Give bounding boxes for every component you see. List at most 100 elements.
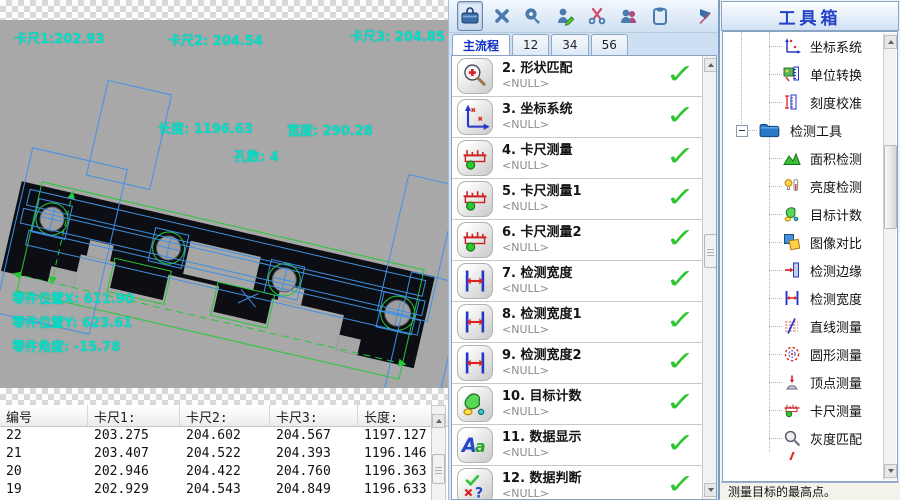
tree-folder-detect-tools[interactable]: 检测工具 — [723, 116, 897, 144]
scroll-down-icon[interactable] — [704, 483, 717, 497]
overlay-caliper2-value: 卡尺2: 204.54 — [168, 30, 263, 49]
tree-item-label: 刻度校准 — [810, 93, 862, 112]
tree-item-label: 图像对比 — [810, 233, 862, 252]
tree-item-scale-calibrate[interactable]: 刻度校准 — [723, 88, 897, 116]
table-row[interactable]: 20 202.946 204.422 204.760 1196.363 — [0, 463, 448, 481]
table-row[interactable]: 22 203.275 204.602 204.567 1197.127 — [0, 427, 448, 445]
column-header[interactable]: 卡尺3: — [270, 405, 358, 426]
users-button[interactable] — [616, 1, 642, 31]
overlay-part-pos-x: 零件位置X: 611.90 — [12, 288, 134, 307]
step-item-caliper2[interactable]: 6. 卡尺测量2<NULL> ✓ — [452, 220, 716, 261]
edit-user-button[interactable] — [552, 1, 578, 31]
coordinate-system-icon — [457, 99, 493, 135]
collapse-expander-icon[interactable] — [736, 125, 748, 137]
step-item-coordinate-system[interactable]: 3. 坐标系统<NULL> ✓ — [452, 97, 716, 138]
cell: 21 — [0, 445, 88, 463]
toolbox-panel: 工具箱 坐标系统 单位转换 刻度校准 — [718, 0, 900, 500]
tree-stub — [769, 438, 782, 439]
tree-item-brightness-detect[interactable]: 亮度检测 — [723, 172, 897, 200]
column-header[interactable]: 长度: — [358, 405, 432, 426]
tree-item-line-measure[interactable]: 直线测量 — [723, 312, 897, 340]
column-header[interactable]: 卡尺1: — [88, 405, 180, 426]
step-title: 12. 数据判断 — [502, 472, 582, 486]
table-row[interactable]: 19 202.929 204.543 204.849 1196.633 — [0, 481, 448, 499]
tree-item-clipped[interactable] — [723, 452, 897, 460]
overlay-part-angle: 零件角度: -15.78 — [12, 336, 120, 355]
column-header[interactable]: 卡尺2: — [180, 405, 270, 426]
cell: 204.422 — [180, 463, 270, 481]
column-header[interactable]: 编号 — [0, 405, 88, 426]
clipboard-button[interactable] — [648, 1, 674, 31]
image-viewport[interactable]: 卡尺1:202.93 卡尺2: 204.54 卡尺3: 204.85 长度: 1… — [0, 20, 448, 388]
tab-12[interactable]: 12 — [512, 34, 549, 55]
step-item-width-detect1[interactable]: 8. 检测宽度1<NULL> ✓ — [452, 302, 716, 343]
tag-button[interactable] — [521, 1, 547, 31]
tab-main-flow[interactable]: 主流程 — [452, 34, 510, 55]
scrollbar-thumb[interactable] — [432, 454, 445, 484]
step-item-width-detect[interactable]: 7. 检测宽度<NULL> ✓ — [452, 261, 716, 302]
tree-item-label: 亮度检测 — [810, 177, 862, 196]
tab-34[interactable]: 34 — [551, 34, 588, 55]
clipboard-icon — [650, 6, 670, 26]
tree-stub — [769, 382, 782, 383]
tree-stub — [747, 130, 757, 131]
tree-item-label: 目标计数 — [810, 205, 862, 224]
briefcase-button[interactable] — [457, 1, 483, 31]
success-check-icon: ✓ — [666, 469, 695, 500]
edit-user-icon — [555, 6, 575, 26]
step-item-width-detect2[interactable]: 9. 检测宽度2<NULL> ✓ — [452, 343, 716, 384]
tree-item-circle-measure[interactable]: 圆形测量 — [723, 340, 897, 368]
overlay-part-pos-y: 零件位置Y: 623.61 — [12, 312, 132, 331]
area-detect-icon — [783, 149, 801, 167]
shape-match-icon — [457, 58, 493, 94]
step-item-data-judge[interactable]: ? 12. 数据判断<NULL> ✓ — [452, 466, 716, 500]
tree-item-width-detect[interactable]: 检测宽度 — [723, 284, 897, 312]
tree-item-gray-match[interactable]: 灰度匹配 — [723, 424, 897, 452]
flag-button[interactable] — [693, 1, 719, 31]
caliper-icon — [457, 181, 493, 217]
step-item-caliper1[interactable]: 5. 卡尺测量1<NULL> ✓ — [452, 179, 716, 220]
scrollbar-thumb[interactable] — [704, 234, 717, 268]
transparency-checker-bottom — [0, 388, 448, 405]
status-bar: 测量目标的最高点。 — [721, 482, 899, 500]
cell: 1196.146 — [358, 445, 432, 463]
success-check-icon: ✓ — [666, 100, 695, 131]
tree-item-image-compare[interactable]: 图像对比 — [723, 228, 897, 256]
scroll-up-icon[interactable] — [432, 414, 445, 428]
step-list-scrollbar[interactable] — [702, 56, 716, 499]
caliper-icon — [457, 222, 493, 258]
cell: 204.543 — [180, 481, 270, 499]
tree-item-vertex-measure[interactable]: 顶点测量 — [723, 368, 897, 396]
cell: 204.567 — [270, 427, 358, 445]
step-item-shape-match[interactable]: 2. 形状匹配<NULL> ✓ — [452, 56, 716, 97]
tree-item-unit-convert[interactable]: 单位转换 — [723, 60, 897, 88]
scroll-down-icon[interactable] — [884, 464, 897, 478]
step-subtitle: <NULL> — [502, 447, 582, 459]
users-icon — [619, 6, 639, 26]
tree-item-edge-detect[interactable]: 检测边缘 — [723, 256, 897, 284]
toolbox-title: 工具箱 — [721, 1, 899, 31]
tree-item-label: 直线测量 — [810, 317, 862, 336]
step-title: 9. 检测宽度2 — [502, 349, 582, 363]
tree-item-label: 检测边缘 — [810, 261, 862, 280]
line-measure-icon — [783, 317, 801, 335]
cell: 204.393 — [270, 445, 358, 463]
step-item-caliper[interactable]: 4. 卡尺测量<NULL> ✓ — [452, 138, 716, 179]
tree-item-target-count[interactable]: 目标计数 — [723, 200, 897, 228]
tree-stub — [769, 186, 782, 187]
table-scrollbar[interactable] — [431, 405, 446, 500]
tree-item-coordinate-system[interactable]: 坐标系统 — [723, 32, 897, 60]
overlay-caliper3-value: 卡尺3: 204.85 — [350, 26, 445, 45]
table-row[interactable]: 21 203.407 204.522 204.393 1196.146 — [0, 445, 448, 463]
tab-56[interactable]: 56 — [591, 34, 628, 55]
step-item-target-count[interactable]: 10. 目标计数<NULL> ✓ — [452, 384, 716, 425]
scroll-up-icon[interactable] — [704, 58, 717, 72]
tree-stub — [769, 214, 782, 215]
close-button[interactable] — [489, 1, 515, 31]
tree-item-area-detect[interactable]: 面积检测 — [723, 144, 897, 172]
step-item-data-display[interactable]: Aa 11. 数据显示<NULL> ✓ — [452, 425, 716, 466]
status-text: 测量目标的最高点。 — [728, 483, 836, 500]
tree-item-caliper[interactable]: 卡尺测量 — [723, 396, 897, 424]
cut-button[interactable] — [584, 1, 610, 31]
success-check-icon: ✓ — [666, 141, 695, 172]
